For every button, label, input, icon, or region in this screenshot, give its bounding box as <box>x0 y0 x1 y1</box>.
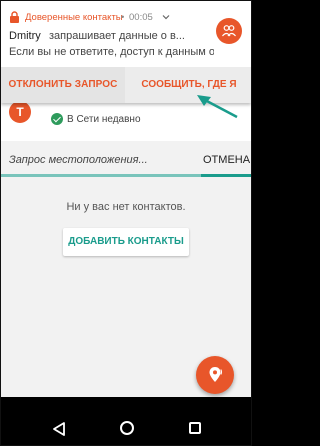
phone-screen: T В Сети недавно Доверенные контакты • 0… <box>0 0 252 446</box>
location-pin-icon <box>209 367 223 382</box>
system-navigation-bar <box>1 397 251 445</box>
location-request-bar: Запрос местоположения... ОТМЕНА <box>1 141 251 177</box>
chevron-down-icon[interactable] <box>162 13 170 21</box>
decline-request-button[interactable]: ОТКЛОНИТЬ ЗАПРОС <box>1 67 125 103</box>
notification-separator: • <box>121 12 125 23</box>
notification-app-name: Доверенные контакты <box>25 12 123 23</box>
back-icon[interactable] <box>53 422 65 436</box>
notification-message-line2: Если вы не ответите, доступ к данным о..… <box>9 46 214 58</box>
online-check-icon <box>51 113 63 125</box>
recent-apps-icon[interactable] <box>189 422 201 434</box>
lock-icon <box>10 11 19 23</box>
notification-sender: Dmitry <box>9 30 41 42</box>
notification-card[interactable]: Доверенные контакты • 00:05 Dmitry запра… <box>1 1 251 103</box>
notification-avatar <box>216 18 242 44</box>
contact-avatar: T <box>9 101 31 123</box>
add-contacts-button[interactable]: ДОБАВИТЬ КОНТАКТЫ <box>63 228 189 256</box>
share-location-fab[interactable] <box>196 356 234 394</box>
notification-time: 00:05 <box>129 12 153 23</box>
contact-status: В Сети недавно <box>67 114 141 125</box>
notification-message: запрашивает данные о в... <box>49 30 185 42</box>
home-icon[interactable] <box>120 421 134 435</box>
location-request-text: Запрос местоположения... <box>9 154 148 166</box>
empty-state-text: Ни у вас нет контактов. <box>66 201 186 213</box>
arrow-icon <box>197 95 238 119</box>
cancel-button[interactable]: ОТМЕНА <box>203 154 250 166</box>
people-icon <box>222 25 236 37</box>
